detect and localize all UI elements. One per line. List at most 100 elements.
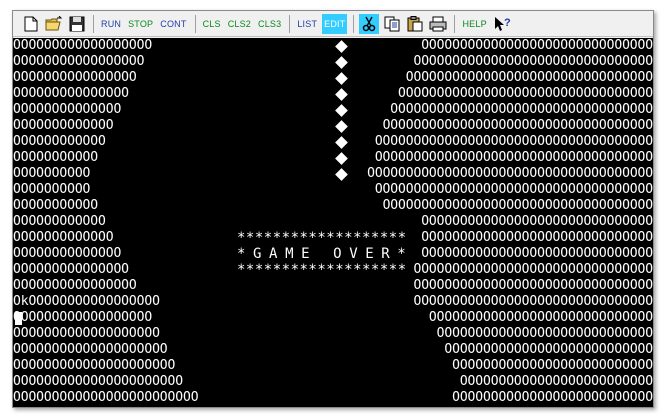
folder-open-icon	[45, 15, 63, 30]
maze-wall-left: OOOOOOOOOOOOOOOOOO	[13, 310, 153, 325]
maze-wall-left: OOOOOOOOOOOOO	[13, 118, 114, 133]
help-pointer-icon: ?	[494, 16, 511, 31]
whats-this-button[interactable]: ?	[492, 14, 512, 34]
maze-wall-right: OOOOOOOOOOOOOOOOOOOOOOOOOOO	[444, 342, 653, 357]
maze-wall-left: OOOOOOOOOOOOOOO	[13, 86, 129, 101]
maze-wall-left: OkOOOOOOOOOOOOOOOOO	[13, 294, 160, 309]
maze-wall-right: OOOOOOOOOOOOOOOOOOOOOOOOOOOOOOOOOO	[390, 102, 653, 117]
maze-row: OOOOOOOOOOOOOOOOOOOOOOOOOOOOOOOOOOOOOOOO…	[13, 118, 653, 134]
maze-wall-left: OOOOOOOOOO	[13, 182, 91, 197]
maze-wall-right: OOOOOOOOOOOOOOOOOOOOOOOOOOOOOO	[421, 214, 653, 229]
maze-row: OOOOOOOOOOOOOOOOOOOOOOOOOOOOOOOOOOOOOOOO…	[13, 310, 653, 326]
maze-wall-left: OOOOOOOOOOOOOOOO	[13, 70, 137, 85]
copy-icon	[384, 16, 400, 31]
game-over-top-border: *******************	[237, 230, 407, 246]
list-label: LIST	[297, 18, 318, 29]
toolbar: RUN STOP CONT CLS CLS2 CLS3 LIST EDIT HE…	[13, 11, 653, 37]
maze-row: OOOOOOOOOOOOOOOOOOOOOOOOOOOOOOOOOOOOOOOO…	[13, 38, 653, 54]
maze-row: OOOOOOOOOOOOOOOOOOOOOOOOOOOOOOOOOOOOOOOO…	[13, 198, 653, 214]
maze-wall-right: OOOOOOOOOOOOOOOOOOOOOOOOOOOOOO	[421, 38, 653, 53]
maze-row: OOOOOOOOOOOOOOOOOOOOOOOOOOOOOOOOOOOOOOOO…	[13, 374, 653, 390]
maze-wall-left: OOOOOOOOOOOOOO	[13, 102, 122, 117]
new-file-button[interactable]	[21, 14, 41, 34]
help-button[interactable]: HELP	[460, 14, 488, 34]
maze-wall-right: OOOOOOOOOOOOOOOOOOOOOOOOOO	[452, 358, 653, 373]
maze-row: OOOOOOOOOOOOOOOOOOOOOOOOOOOOOOOOOOOOOOOO…	[13, 134, 653, 150]
toolbar-separator	[93, 14, 94, 33]
game-window: RUN STOP CONT CLS CLS2 CLS3 LIST EDIT HE…	[12, 10, 654, 408]
printer-icon	[429, 16, 447, 31]
maze-wall-right: OOOOOOOOOOOOOOOOOOOOOOOOOOOOOOOOOOOOO	[367, 166, 653, 181]
maze-wall-left: OOOOOOOOOOOOOOOOOO	[13, 38, 153, 53]
maze-wall-left: OOOOOOOOOOOOOOOOOOOOOO	[13, 374, 183, 389]
maze-wall-right: OOOOOOOOOOOOOOOOOOOOOOOOOOOOOOOOOOO	[382, 118, 653, 133]
maze-row: OOOOOOOOOOOOOOOOOOOOOOOOOOOOOOOOOOOOOOOO…	[13, 150, 653, 166]
toolbar-separator	[194, 14, 196, 33]
maze-row: OOOOOOOOOOOOOOOOOOOOOOOOOOOOOOOOOOOOOOOO…	[13, 358, 653, 374]
maze-row: OOOOOOOOOOOOOOOOOOOOOOOOOOOOOOOOOOOOOOOO…	[13, 390, 653, 406]
copy-button[interactable]	[382, 14, 402, 34]
text-cursor	[15, 312, 22, 325]
maze-row: OOOOOOOOOOOOOOOOOOOOOOOOOOOOOOOOOOOOOOOO…	[13, 214, 653, 230]
cut-button[interactable]	[359, 13, 380, 34]
toolbar-separator	[353, 14, 355, 33]
maze-wall-right: OOOOOOOOOOOOOOOOOOOOOOOOO	[459, 374, 653, 389]
maze-row: OOOOOOOOOOOOOOOOOOOOOOOOOOOOOOOOOOOOOOOO…	[13, 326, 653, 342]
maze-wall-left: OOOOOOOOOOOOOOOOOOOOO	[13, 358, 176, 373]
maze-wall-right: OOOOOOOOOOOOOOOOOOOOOOOOOOOOOOOOOOOO	[374, 134, 653, 149]
save-file-button[interactable]	[67, 14, 87, 34]
maze-wall-left: OOOOOOOOOO	[13, 166, 91, 181]
edit-label: EDIT	[324, 18, 346, 29]
maze-wall-left: OOOOOOOOOOOOOOOO	[13, 278, 137, 293]
toolbar-separator	[289, 14, 291, 33]
print-button[interactable]	[428, 14, 448, 34]
maze-wall-left: OOOOOOOOOOO	[13, 198, 98, 213]
maze-row: OOOOOOOOOOOOOOOOOOOOOOOOOOOOOOOOOOOOOOOO…	[13, 278, 653, 294]
maze-row: OOOOOOOOOOOOOOOOOOOOOOOOOOOOOOOOOOOOOOOO…	[13, 102, 653, 118]
cont-button[interactable]: CONT	[158, 14, 188, 34]
cls-button[interactable]: CLS	[201, 14, 223, 34]
maze-wall-left: OOOOOOOOOOOOOO	[13, 246, 122, 261]
list-button[interactable]: LIST	[295, 14, 319, 34]
cls3-label: CLS3	[258, 18, 282, 29]
maze-wall-left: OOOOOOOOOOOOOOO	[13, 262, 129, 277]
game-screen[interactable]: OOOOOOOOOOOOOOOOOOOOOOOO OOOOOOOOOOOOOOOO…	[13, 38, 653, 407]
maze-wall-right: OOOOOOOOOOOOOOOOOOOOOOOOOOOOOOOOOOO	[382, 198, 653, 213]
maze-wall-right: OOOOOOOOOOOOOOOOOOOOOOOOOOOOOO	[421, 246, 653, 261]
edit-button[interactable]: EDIT	[322, 13, 348, 34]
maze-wall-right: OOOOOOOOOOOOOOOOOOOOOOOOOOOOOOO	[413, 54, 653, 69]
cls2-label: CLS2	[227, 18, 252, 29]
toolbar-separator	[454, 14, 456, 33]
maze-row: OOOOOOOOOOOOOOOOOOOOOOOOOOOOOOOOOOOOOOOO…	[13, 54, 653, 70]
cls2-button[interactable]: CLS2	[226, 14, 253, 34]
run-label: RUN	[101, 18, 122, 29]
maze-row: OOOOOOOOOOOOOOOOOOOOOOOOOOOOOOOOOOOOOOOO…	[13, 70, 653, 86]
maze-wall-right: OOOOOOOOOOOOOOOOOOOOOOOOOOOOOOOOO	[398, 86, 653, 101]
cls3-button[interactable]: CLS3	[256, 14, 283, 34]
maze-wall-left: OOOOOOOOOOOOOOOOOOO	[13, 326, 160, 341]
maze-wall-right: OOOOOOOOOOOOOOOOOOOOOOOOOOOOOO	[421, 230, 653, 245]
cont-label: CONT	[160, 18, 187, 29]
help-label: HELP	[462, 18, 487, 29]
maze-wall-left: OOOOOOOOOOO	[13, 150, 98, 165]
floppy-disk-icon	[69, 16, 85, 31]
maze-wall-right: OOOOOOOOOOOOOOOOOOOOOOOOOOOOO	[428, 310, 653, 325]
maze-wall-left: OOOOOOOOOOOOO	[13, 230, 114, 245]
maze-row: OOOOOOOOOOOOOOOOOOOOOOOOOOOOOOOOOOOOOOOO…	[13, 182, 653, 198]
maze-wall-left: OOOOOOOOOOOOOOOOOOOOOOOO	[13, 390, 199, 405]
maze-row: OOOOOOOOOOOOOOOOOOOOOOOOOOOOOOOOOOOOOOOO…	[13, 342, 653, 358]
new-file-icon	[24, 16, 38, 31]
maze-row: OOOOOOOOOOOOOOOOOOOOOOOOOOOOOOOOOOOOOOOO…	[13, 86, 653, 102]
stop-button[interactable]: STOP	[126, 14, 155, 34]
maze-wall-right: OOOOOOOOOOOOOOOOOOOOOOOOOOOOOOO	[413, 262, 653, 277]
maze-row: OOOOOOOOOOOOOOOOOOOOOOOOOOOOOOOOOOOOOOOO…	[13, 166, 653, 182]
paste-button[interactable]	[405, 14, 425, 34]
game-over-text: *GAME OVER*	[237, 246, 414, 262]
maze-wall-right: OOOOOOOOOOOOOOOOOOOOOOOOOOOOOOO	[413, 278, 653, 293]
open-file-button[interactable]	[44, 14, 64, 34]
maze-wall-left: OOOOOOOOOOOO	[13, 214, 106, 229]
scissors-icon	[363, 16, 376, 31]
maze-wall-right: OOOOOOOOOOOOOOOOOOOOOOOOOOOOOOOO	[405, 70, 653, 85]
maze-wall-left: OOOOOOOOOOOO	[13, 134, 106, 149]
run-button[interactable]: RUN	[99, 14, 123, 34]
